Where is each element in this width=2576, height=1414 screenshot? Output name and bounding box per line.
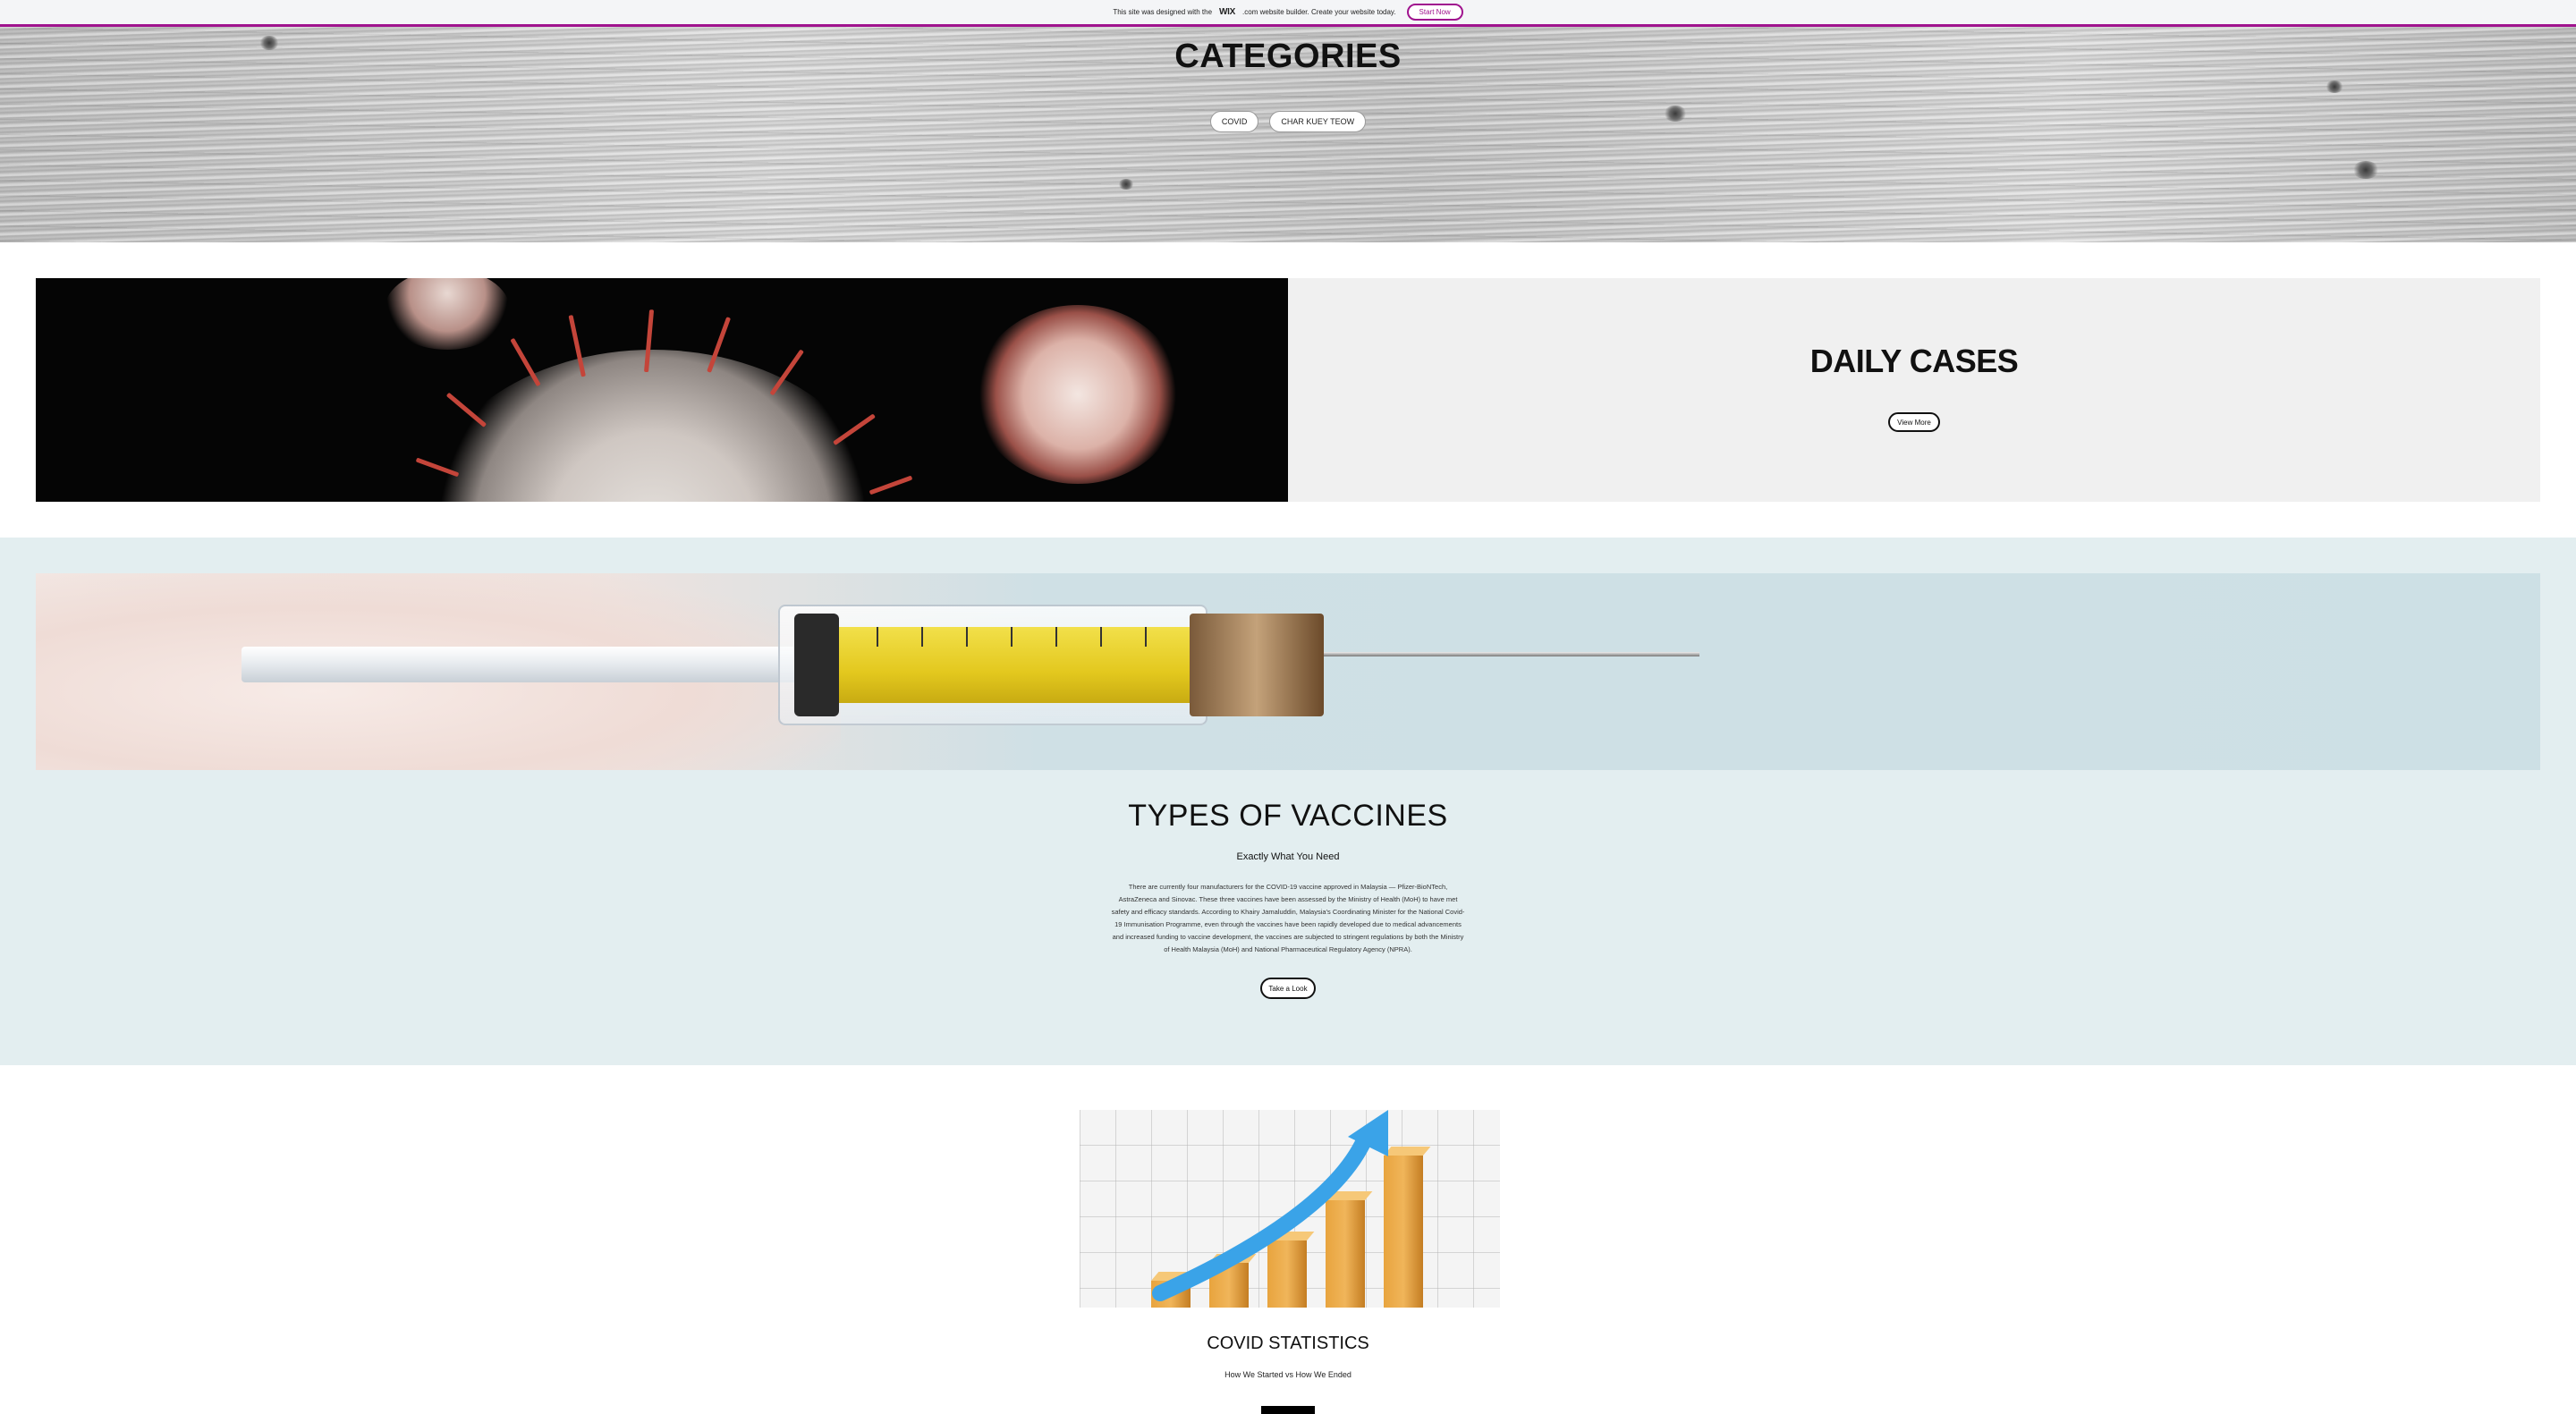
syringe-tick	[921, 627, 923, 647]
vaccines-subtitle: Exactly What You Need	[1236, 851, 1340, 862]
daily-cases-title: DAILY CASES	[1809, 343, 2019, 379]
growth-arrow-icon	[1152, 1110, 1388, 1301]
syringe-needle	[1324, 652, 1699, 656]
wood-knot	[1118, 179, 1134, 190]
banner-text-before: This site was designed with the	[1113, 8, 1213, 16]
syringe-tick	[966, 627, 968, 647]
wix-logo: WIX	[1219, 7, 1236, 17]
statistics-image	[1080, 1110, 1500, 1308]
statistics-subtitle: How We Started vs How We Ended	[1224, 1370, 1352, 1379]
daily-cases-panel: DAILY CASES View More	[1288, 278, 2540, 502]
category-pill-covid[interactable]: COVID	[1209, 111, 1259, 132]
syringe-tick	[877, 627, 878, 647]
coronavirus-image	[36, 278, 1288, 502]
banner-text-after: .com website builder. Create your websit…	[1242, 8, 1396, 16]
syringe-tick	[1011, 627, 1013, 647]
categories-title: CATEGORIES	[1174, 38, 1402, 75]
vaccines-section: TYPES OF VACCINES Exactly What You Need …	[0, 538, 2576, 1065]
syringe-liquid	[832, 627, 1208, 703]
syringe-tick	[1055, 627, 1057, 647]
category-pills: COVID CHAR KUEY TEOW	[0, 111, 2576, 132]
virus-particle-small	[385, 278, 510, 350]
statistics-title: COVID STATISTICS	[1207, 1334, 1369, 1353]
category-pill-char-kuey-teow[interactable]: CHAR KUEY TEOW	[1269, 111, 1367, 132]
wood-knot	[2352, 161, 2379, 179]
wix-ad-banner: This site was designed with the WIX .com…	[0, 0, 2576, 27]
take-a-look-button[interactable]: Take a Look	[1260, 978, 1316, 999]
syringe-image	[36, 573, 2540, 770]
view-more-button[interactable]: View More	[1888, 412, 1940, 432]
start-now-button[interactable]: Start Now	[1406, 4, 1463, 21]
syringe-tick	[1145, 627, 1147, 647]
virus-particle-large	[420, 350, 886, 502]
syringe-tick	[1100, 627, 1102, 647]
vaccines-description: There are currently four manufacturers f…	[1111, 883, 1465, 953]
virus-particle-right	[975, 305, 1181, 484]
syringe-plunger	[242, 647, 823, 682]
categories-hero: CATEGORIES COVID CHAR KUEY TEOW	[0, 27, 2576, 242]
syringe-stopper	[794, 614, 839, 716]
wood-knot	[2326, 80, 2343, 93]
statistics-button[interactable]	[1261, 1406, 1315, 1414]
syringe-hub	[1190, 614, 1324, 716]
vaccines-title: TYPES OF VACCINES	[1128, 799, 1448, 833]
